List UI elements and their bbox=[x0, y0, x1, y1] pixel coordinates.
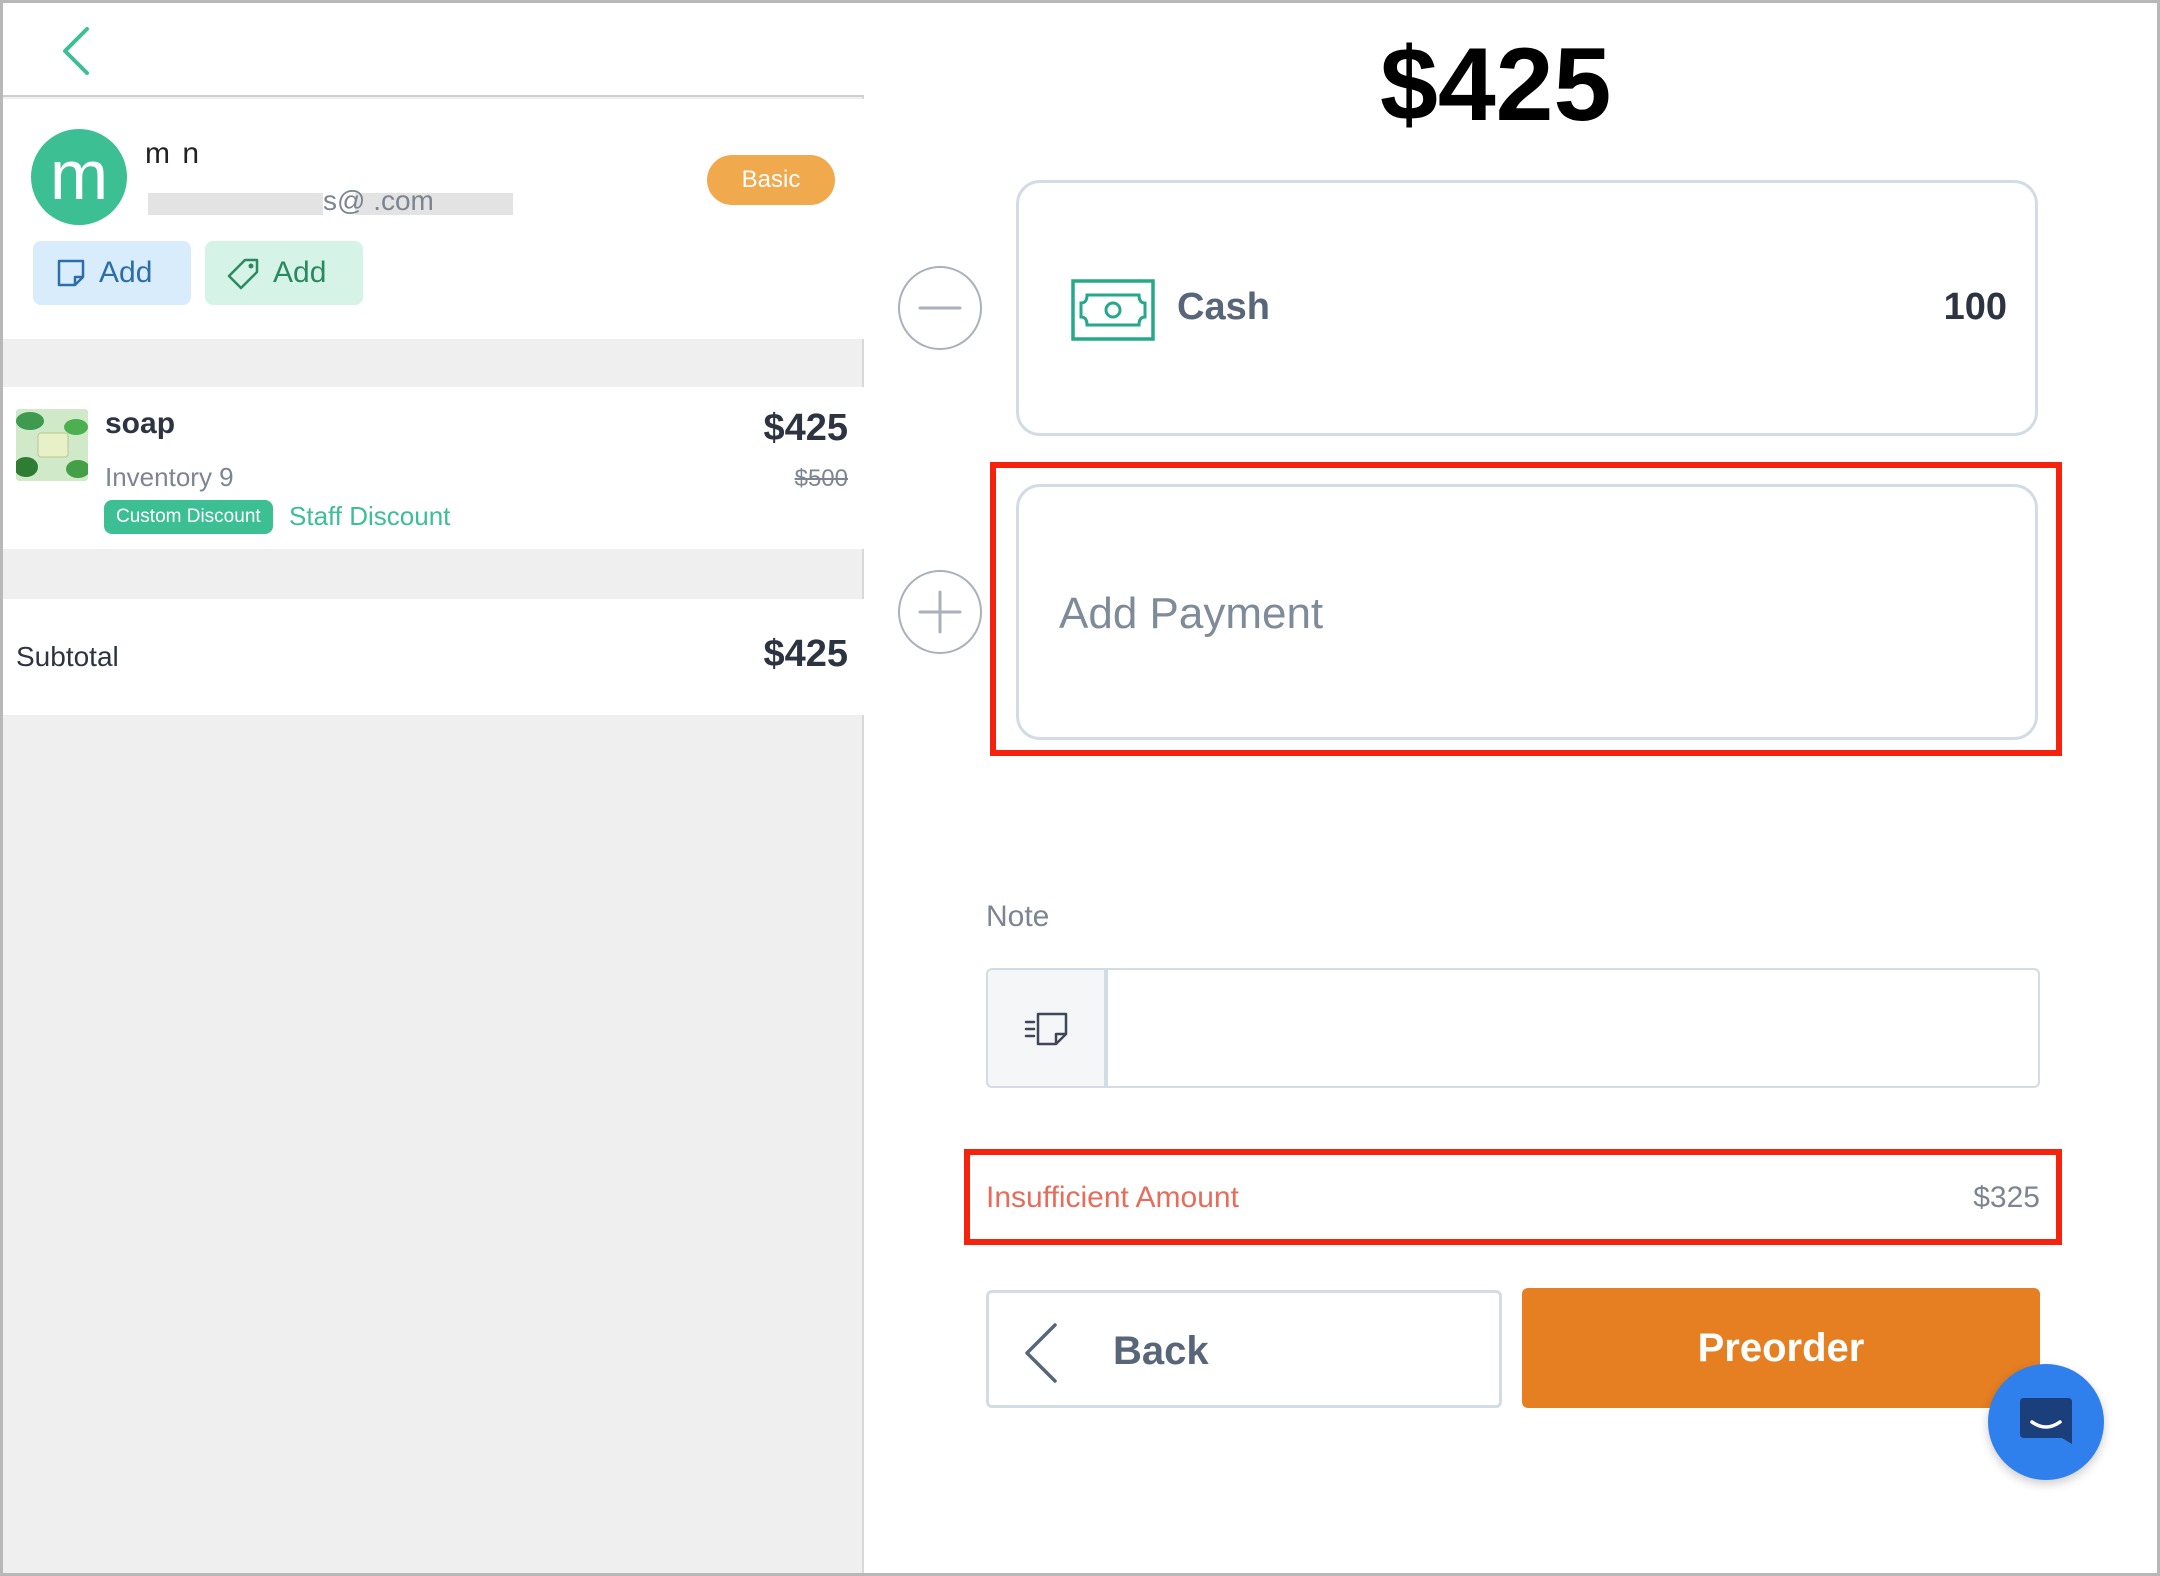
highlight-box bbox=[964, 1149, 2062, 1245]
add-tag-label: Add bbox=[273, 256, 327, 289]
cart-line-item[interactable]: soap Inventory 9 Custom Discount Staff D… bbox=[3, 387, 864, 549]
customer-email: s@ .com bbox=[323, 185, 434, 216]
top-bar bbox=[3, 3, 864, 97]
subtotal-value: $425 bbox=[763, 633, 848, 675]
add-note-label: Add bbox=[99, 256, 153, 289]
product-thumbnail bbox=[16, 409, 88, 481]
tier-badge: Basic bbox=[707, 155, 835, 205]
note-label: Note bbox=[986, 900, 1050, 933]
product-name: soap bbox=[105, 407, 176, 440]
discount-name: Staff Discount bbox=[289, 501, 451, 531]
chat-icon bbox=[2020, 1398, 2072, 1444]
preorder-button-label: Preorder bbox=[1697, 1326, 1865, 1370]
back-chevron-icon[interactable] bbox=[55, 23, 103, 79]
payment-amount[interactable]: 100 bbox=[1944, 286, 2007, 329]
product-inventory: Inventory 9 bbox=[105, 462, 234, 492]
highlight-box bbox=[990, 462, 2062, 756]
product-price: $425 bbox=[763, 407, 848, 449]
chevron-left-icon bbox=[1025, 1323, 1057, 1383]
email-redaction bbox=[148, 193, 323, 215]
plus-icon bbox=[918, 590, 962, 634]
order-summary-panel: m m n s@ .com Basic Add Add soap Invento… bbox=[3, 3, 864, 1573]
payment-method-label: Cash bbox=[1177, 286, 1270, 328]
remove-payment-button[interactable] bbox=[898, 266, 982, 350]
order-total: $425 bbox=[1380, 27, 1612, 143]
cash-icon bbox=[1071, 279, 1155, 341]
avatar: m bbox=[31, 129, 127, 225]
back-button[interactable]: Back bbox=[986, 1290, 1502, 1408]
add-note-button[interactable]: Add bbox=[33, 241, 191, 305]
note-icon-box bbox=[986, 968, 1106, 1088]
note-icon bbox=[1024, 1012, 1068, 1046]
add-payment-plus-button[interactable] bbox=[898, 570, 982, 654]
add-tag-button[interactable]: Add bbox=[205, 241, 363, 305]
minus-icon bbox=[918, 306, 962, 310]
customer-card[interactable]: m m n s@ .com Basic Add Add bbox=[3, 99, 864, 339]
chat-support-button[interactable] bbox=[1988, 1364, 2104, 1480]
product-original-price: $500 bbox=[794, 465, 848, 492]
subtotal-row: Subtotal $425 bbox=[3, 599, 864, 715]
subtotal-label: Subtotal bbox=[16, 641, 119, 672]
note-icon bbox=[57, 259, 85, 287]
tag-icon bbox=[227, 258, 259, 290]
note-input[interactable] bbox=[1106, 968, 2040, 1088]
payment-method-card[interactable]: Cash 100 bbox=[1016, 180, 2038, 436]
back-button-label: Back bbox=[1113, 1329, 1209, 1373]
customer-name: m n bbox=[145, 137, 202, 170]
discount-badge: Custom Discount bbox=[104, 500, 273, 534]
preorder-button[interactable]: Preorder bbox=[1522, 1288, 2040, 1408]
